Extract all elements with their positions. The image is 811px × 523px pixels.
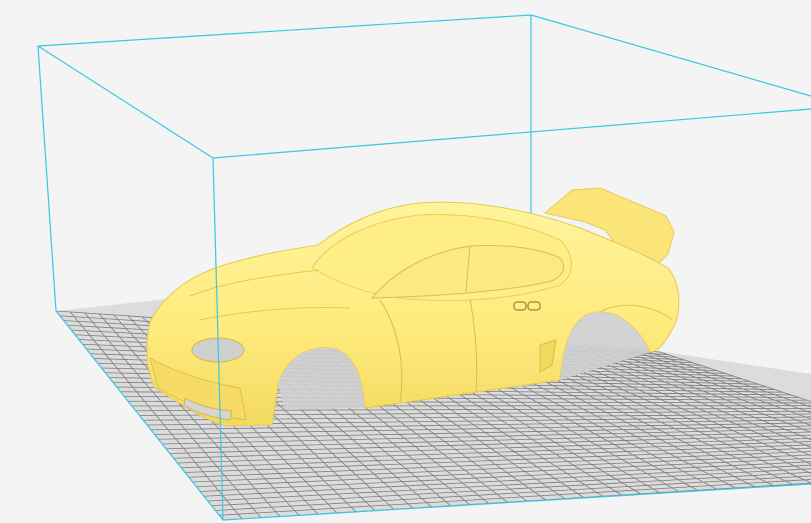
3d-viewport[interactable] [0, 0, 811, 523]
scene-canvas[interactable] [0, 0, 811, 523]
